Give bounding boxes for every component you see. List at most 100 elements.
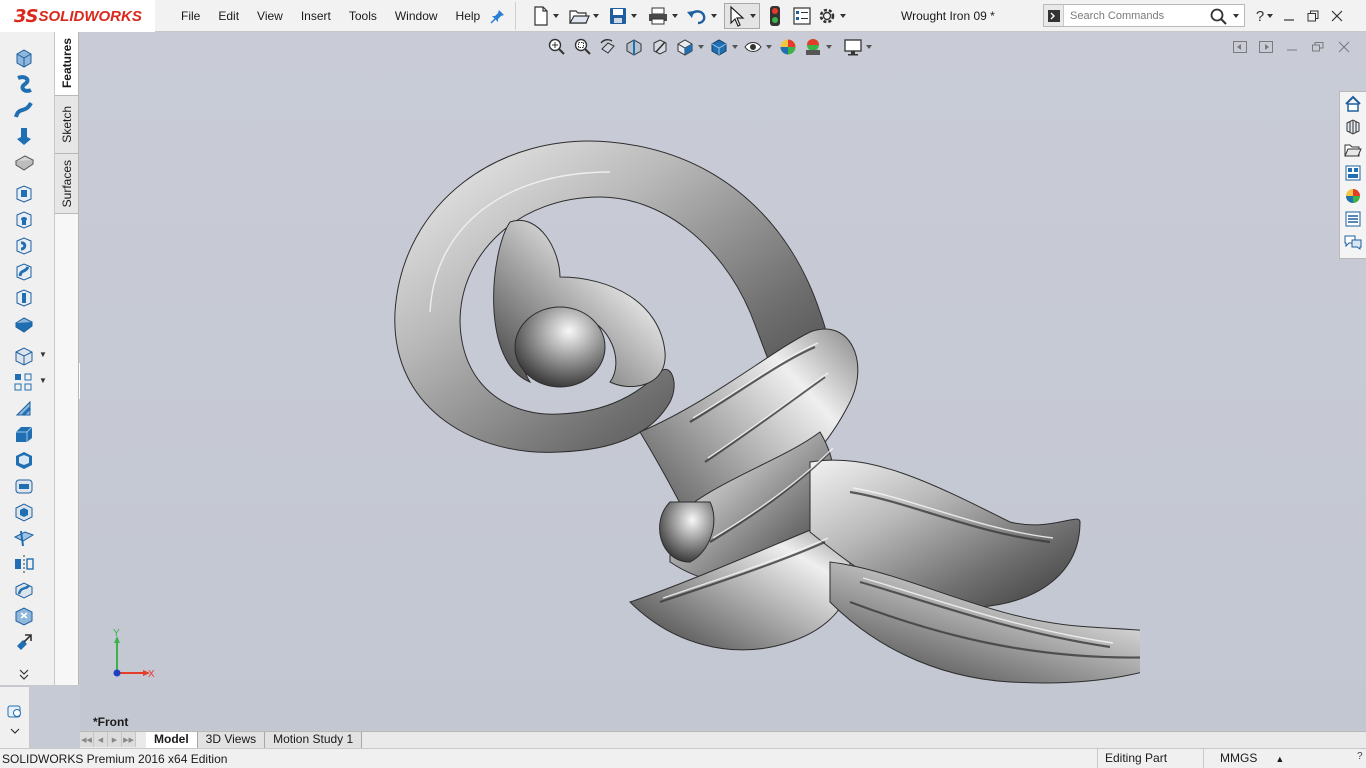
menu-view[interactable]: View — [248, 9, 292, 23]
close-button[interactable] — [1325, 6, 1349, 26]
revolved-boss-button[interactable] — [13, 74, 35, 94]
search-icon[interactable] — [1208, 7, 1230, 25]
next-tab-button[interactable]: ▶ — [108, 732, 122, 747]
command-manager-expand-button[interactable] — [13, 669, 35, 683]
linear-pattern-button[interactable] — [13, 372, 35, 392]
search-commands-box[interactable]: Search Commands — [1043, 4, 1245, 27]
document-restore-button[interactable] — [1310, 40, 1326, 54]
swept-boss-button[interactable] — [13, 100, 35, 120]
wrought-iron-part-model[interactable] — [310, 102, 1140, 692]
zoom-to-area-button[interactable] — [571, 37, 593, 57]
graphics-area[interactable]: Y X *Front — [80, 32, 1366, 730]
wrap-button[interactable] — [13, 476, 35, 496]
lofted-cut-button[interactable] — [13, 288, 35, 308]
solidworks-resources-button[interactable] — [1341, 93, 1365, 115]
chevron-down-icon[interactable] — [765, 44, 773, 50]
display-style-button[interactable] — [709, 37, 739, 57]
tab-sketch[interactable]: Sketch — [55, 96, 78, 154]
shell-button[interactable] — [13, 450, 35, 470]
chevron-down-icon[interactable] — [731, 44, 739, 50]
split-right-button[interactable] — [1258, 40, 1274, 54]
curves-button[interactable] — [13, 580, 35, 600]
menu-edit[interactable]: Edit — [209, 9, 248, 23]
help-button[interactable]: ? — [1253, 6, 1277, 26]
move-copy-body-button[interactable] — [13, 632, 35, 652]
hole-wizard-button[interactable] — [13, 210, 35, 230]
last-tab-button[interactable]: ▶▶ — [122, 732, 136, 747]
chevron-down-icon[interactable] — [697, 44, 705, 50]
menu-tools[interactable]: Tools — [340, 9, 386, 23]
solidworks-logo[interactable]: 3S SOLIDWORKS — [0, 0, 155, 32]
view-palette-button[interactable] — [1341, 162, 1365, 184]
fillet-button[interactable] — [13, 346, 35, 366]
print-button[interactable] — [647, 5, 679, 27]
chevron-down-icon[interactable] — [1266, 13, 1274, 19]
search-input[interactable]: Search Commands — [1070, 10, 1208, 22]
restore-button[interactable] — [1301, 6, 1325, 26]
view-settings-button[interactable] — [843, 37, 873, 57]
menu-window[interactable]: Window — [386, 9, 447, 23]
boundary-cut-button[interactable] — [13, 314, 35, 334]
apply-scene-button[interactable] — [803, 37, 833, 57]
unit-system-selector[interactable]: MMGS ▲ — [1203, 749, 1353, 768]
draft-button[interactable] — [13, 424, 35, 444]
dynamic-annotation-button[interactable] — [649, 37, 671, 57]
forum-button[interactable] — [1341, 231, 1365, 253]
rebuild-button[interactable] — [768, 5, 782, 27]
split-left-button[interactable] — [1232, 40, 1248, 54]
design-library-button[interactable] — [1341, 116, 1365, 138]
appearances-button[interactable] — [1341, 185, 1365, 207]
view-orientation-button[interactable] — [675, 37, 705, 57]
pin-menu-icon[interactable] — [490, 8, 506, 24]
chevron-down-icon[interactable] — [865, 44, 873, 50]
tab-3d-views[interactable]: 3D Views — [197, 732, 266, 748]
intersect-button[interactable] — [13, 502, 35, 522]
chevron-down-icon[interactable] — [749, 13, 757, 19]
tab-surfaces[interactable]: Surfaces — [55, 154, 78, 214]
new-document-button[interactable] — [532, 5, 560, 27]
tab-features[interactable]: Features — [55, 32, 78, 96]
reference-geometry-button[interactable] — [13, 528, 35, 548]
pattern-dropdown[interactable]: ▼ — [39, 376, 47, 385]
boundary-boss-button[interactable] — [13, 152, 35, 172]
open-button[interactable] — [568, 5, 600, 27]
save-button[interactable] — [608, 5, 638, 27]
file-explorer-button[interactable] — [1341, 139, 1365, 161]
lower-panel-expand-icon[interactable] — [10, 727, 20, 739]
lofted-boss-button[interactable] — [13, 126, 35, 146]
chevron-down-icon[interactable] — [1232, 13, 1240, 19]
mirror-button[interactable] — [13, 554, 35, 574]
status-help-icon[interactable]: ? — [1357, 751, 1363, 762]
chevron-down-icon[interactable] — [825, 44, 833, 50]
file-properties-button[interactable] — [792, 5, 812, 27]
revolved-cut-button[interactable] — [13, 236, 35, 256]
menu-file[interactable]: File — [172, 9, 209, 23]
tab-motion-study-1[interactable]: Motion Study 1 — [265, 732, 363, 748]
hide-show-items-button[interactable] — [743, 37, 773, 57]
document-minimize-button[interactable] — [1284, 40, 1300, 54]
chevron-down-icon[interactable] — [671, 13, 679, 19]
menu-insert[interactable]: Insert — [292, 9, 340, 23]
select-button[interactable] — [724, 3, 760, 29]
menu-help[interactable]: Help — [447, 9, 490, 23]
edit-appearance-button[interactable] — [777, 37, 799, 57]
tab-model[interactable]: Model — [146, 732, 198, 748]
chevron-down-icon[interactable] — [710, 13, 718, 19]
undo-button[interactable] — [686, 5, 718, 27]
zoom-to-fit-button[interactable] — [545, 37, 567, 57]
previous-tab-button[interactable]: ◀ — [94, 732, 108, 747]
rib-button[interactable] — [13, 398, 35, 418]
chevron-down-icon[interactable] — [552, 13, 560, 19]
extruded-boss-button[interactable] — [13, 48, 35, 68]
document-close-button[interactable] — [1336, 40, 1352, 54]
section-view-button[interactable] — [623, 37, 645, 57]
chevron-down-icon[interactable] — [839, 13, 847, 19]
fillet-dropdown[interactable]: ▼ — [39, 350, 47, 359]
chevron-down-icon[interactable] — [630, 13, 638, 19]
instant3d-button[interactable] — [13, 606, 35, 626]
swept-cut-button[interactable] — [13, 262, 35, 282]
options-button[interactable] — [817, 5, 847, 27]
first-tab-button[interactable]: ◀◀ — [80, 732, 94, 747]
custom-properties-button[interactable] — [1341, 208, 1365, 230]
extruded-cut-button[interactable] — [13, 184, 35, 204]
